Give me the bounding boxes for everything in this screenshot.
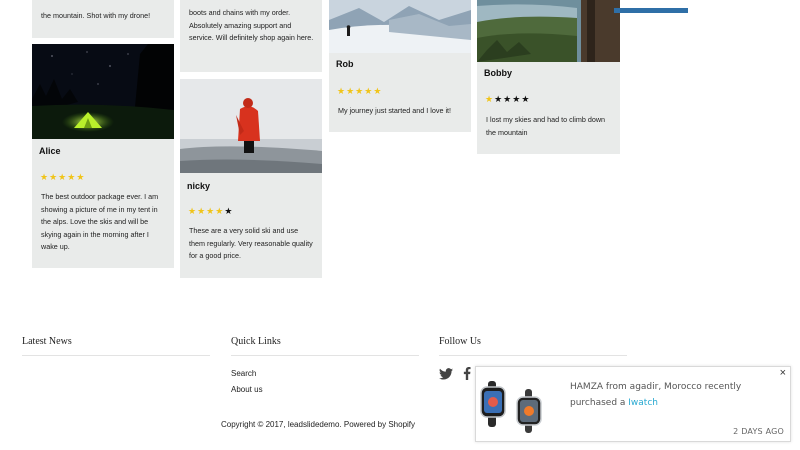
popup-message: HAMZA from agadir, Morocco recently purc… [570,379,770,411]
review-text: boots and chains with my order. Absolute… [189,8,314,42]
star-filled-icon: ★ [364,86,374,96]
review-text: the mountain. Shot with my drone! [41,11,151,20]
store-link[interactable]: leadslidedemo [288,420,340,429]
star-empty-icon: ★ [224,206,234,216]
review-text: The best outdoor package ever. I am show… [41,192,159,251]
review-photo [477,0,620,62]
review-card: nicky ★★★★★ These are a very solid ski a… [180,79,322,278]
copyright-prefix: Copyright © 2017, [221,420,288,429]
star-filled-icon: ★ [76,172,86,182]
star-filled-icon: ★ [337,86,347,96]
twitter-icon[interactable] [439,367,453,381]
footer-link-search[interactable]: Search [231,369,256,378]
reviewer-name: nicky [187,181,211,191]
close-icon[interactable]: × [780,367,786,379]
star-filled-icon: ★ [58,172,68,182]
star-empty-icon: ★ [512,94,522,104]
star-filled-icon: ★ [206,206,216,216]
rating-stars: ★★★★★ [337,87,382,96]
star-empty-icon: ★ [503,94,513,104]
review-card: the mountain. Shot with my drone! [32,0,174,38]
star-filled-icon: ★ [40,172,50,182]
recent-purchase-popup: HAMZA from agadir, Morocco recently purc… [475,366,791,442]
star-filled-icon: ★ [67,172,77,182]
rating-stars: ★★★★★ [40,173,85,182]
copyright: Copyright © 2017, leadslidedemo. Powered… [221,420,415,429]
review-photo [329,0,471,53]
footer-heading: Quick Links [231,336,419,356]
footer-latest-news: Latest News [22,336,210,356]
product-thumbnail [476,367,553,441]
popup-timestamp: 2 DAYS AGO [733,427,784,436]
footer-link-about-us[interactable]: About us [231,385,263,394]
review-card: Rob ★★★★★ My journey just started and I … [329,0,471,132]
footer-follow-us: Follow Us [439,336,627,356]
review-text: My journey just started and I love it! [338,106,452,115]
rating-stars: ★★★★★ [188,207,233,216]
reviewer-name: Alice [39,146,61,156]
star-empty-icon: ★ [494,94,504,104]
review-card: boots and chains with my order. Absolute… [180,0,322,72]
star-filled-icon: ★ [197,206,207,216]
popup-product-link[interactable]: Iwatch [628,398,658,408]
star-filled-icon: ★ [355,86,365,96]
review-card: Bobby ★★★★★ I lost my skies and had to c… [477,0,620,154]
copyright-suffix: . Powered by Shopify [339,420,416,429]
review-text: I lost my skies and had to climb down th… [486,115,606,137]
star-filled-icon: ★ [373,86,383,96]
footer-heading: Follow Us [439,336,627,356]
review-card: Alice ★★★★★ The best outdoor package eve… [32,44,174,268]
review-photo [32,44,174,139]
star-empty-icon: ★ [521,94,531,104]
star-filled-icon: ★ [346,86,356,96]
accent-bar [614,8,688,13]
star-filled-icon: ★ [49,172,59,182]
star-filled-icon: ★ [215,206,225,216]
star-filled-icon: ★ [485,94,495,104]
rating-stars: ★★★★★ [485,95,530,104]
footer-heading: Latest News [22,336,210,356]
star-filled-icon: ★ [188,206,198,216]
review-photo [180,79,322,173]
footer-quick-links: Quick Links [231,336,419,356]
reviewer-name: Rob [336,59,354,69]
facebook-icon[interactable] [463,367,471,381]
review-text: These are a very solid ski and use them … [189,226,313,260]
reviewer-name: Bobby [484,68,512,78]
